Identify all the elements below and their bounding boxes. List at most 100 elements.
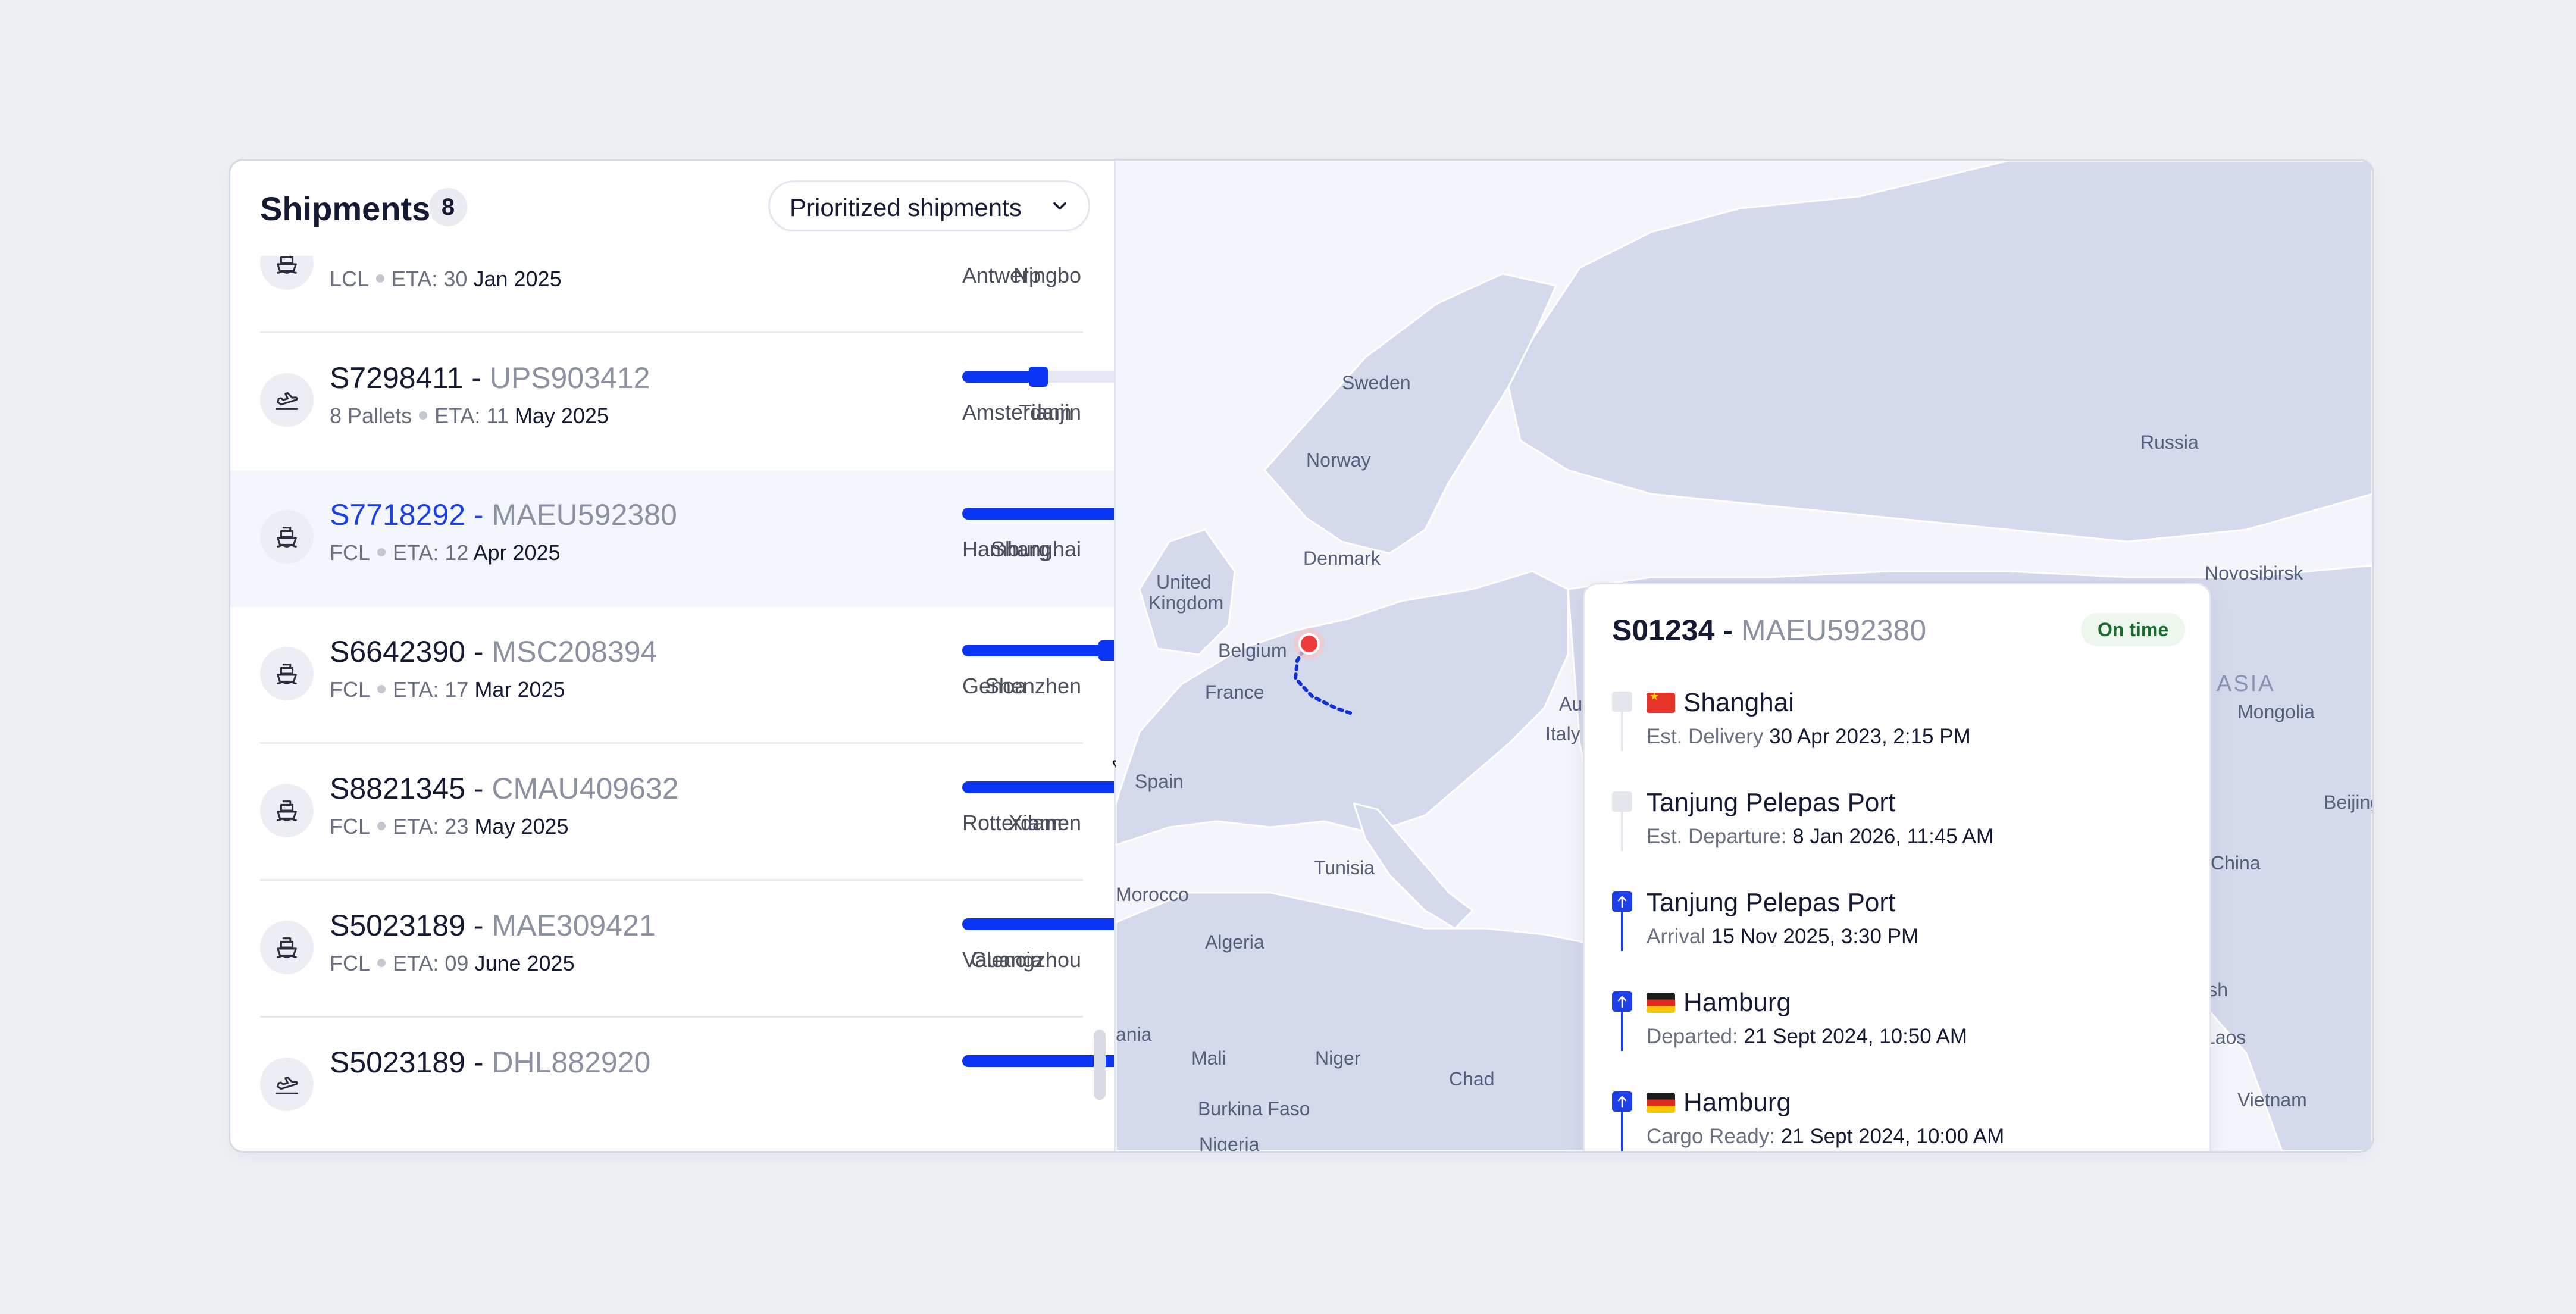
shipment-id: S9134567 — [330, 256, 465, 258]
stop-place: Tanjung Pelepas Port — [1647, 788, 1895, 818]
timeline-stop: Shanghai Est. Delivery 30 Apr 2023, 2:15… — [1612, 688, 2183, 791]
ship-icon — [277, 800, 297, 821]
map-label: China — [2211, 852, 2261, 874]
eta-day: 17 — [445, 677, 469, 702]
separator-dot — [377, 959, 386, 968]
route-progress-fill — [962, 918, 1114, 930]
shipment-reference: MSC834921 — [492, 256, 657, 258]
timeline-connector — [1621, 712, 1623, 751]
route-progress-bar — [962, 367, 1114, 387]
route-progress-fill — [962, 371, 1039, 383]
shipment-title[interactable]: S9134567 - MSC834921 — [330, 256, 657, 258]
map-label: ania — [1116, 1024, 1152, 1045]
map-label: Denmark — [1303, 548, 1381, 569]
germany-flag-icon — [1647, 1093, 1675, 1113]
stop-place: Hamburg — [1647, 1088, 1791, 1118]
shipment-reference: MAE309421 — [492, 909, 656, 942]
shipment-title[interactable]: S8821345 - CMAU409632 — [330, 771, 679, 806]
stop-place: Tanjung Pelepas Port — [1647, 888, 1895, 918]
destination-port: Shenzhen — [984, 674, 1081, 698]
shipment-reference: UPS903412 — [489, 361, 650, 395]
shipment-row[interactable]: S7718292 - MAEU592380 FCL ETA: 12 Apr 202… — [230, 470, 1114, 607]
stop-place: Shanghai — [1647, 688, 1794, 718]
map-label: Laos — [2205, 1027, 2246, 1048]
shipment-id: S8821345 — [330, 772, 466, 805]
arrow-up-icon — [1617, 996, 1627, 1008]
map-label: Novosibirsk — [2205, 562, 2303, 584]
map-label: Norway — [1306, 449, 1371, 471]
eta-day: 09 — [445, 951, 469, 975]
plane-icon — [276, 392, 298, 410]
chevron-down-icon — [1053, 202, 1066, 210]
shipment-title[interactable]: S7718292 - MAEU592380 — [330, 498, 677, 532]
filter-dropdown-label: Prioritized shipments — [790, 193, 1022, 221]
map-label: Italy — [1545, 723, 1580, 744]
map-label: Burkina Faso — [1198, 1098, 1310, 1119]
route-progress-bar — [962, 1055, 1114, 1067]
map-label: Morocco — [1116, 884, 1189, 905]
shipment-title[interactable]: S6642390 - MSC208394 — [330, 634, 657, 669]
arrow-up-icon — [1617, 896, 1627, 908]
arrow-up-icon — [1617, 1096, 1627, 1108]
stop-detail: Cargo Ready: 21 Sept 2024, 10:00 AM — [1647, 1125, 2004, 1149]
stop-place-name: Shanghai — [1683, 688, 1794, 717]
eta-label: ETA: — [393, 540, 439, 565]
shipment-title[interactable]: S7298411 - UPS903412 — [330, 361, 650, 395]
destination-port: Guangzhou — [970, 947, 1081, 972]
separator-dot — [419, 411, 428, 420]
timeline-connector — [1621, 1012, 1623, 1051]
stop-detail-label: Departed: — [1647, 1025, 1738, 1048]
shipment-title[interactable]: S5023189 - MAE309421 — [330, 908, 656, 943]
shipment-row[interactable]: S5023189 - DHL882920 — [230, 1018, 1114, 1151]
popup-title: S01234 - MAEU592380 — [1612, 614, 1927, 647]
stop-detail: Est. Departure: 8 Jan 2026, 11:45 AM — [1647, 825, 1993, 849]
shipment-meta: FCL ETA: 09 June 2025 — [330, 951, 575, 976]
shipment-row[interactable]: S5023189 - MAE309421 FCL ETA: 09 June 202… — [230, 881, 1114, 1018]
shipment-list[interactable]: S9134567 - MSC834921 LCL ETA: 30 Jan 2025… — [230, 256, 1114, 1151]
stop-detail-value: 15 Nov 2025, 3:30 PM — [1711, 925, 1919, 948]
plane-mode-icon — [260, 1058, 314, 1111]
load-type: FCL — [330, 677, 371, 702]
map-label: Russia — [2140, 431, 2199, 453]
ship-mode-icon — [260, 510, 314, 564]
shipment-row[interactable]: S9134567 - MSC834921 LCL ETA: 30 Jan 2025… — [230, 256, 1114, 333]
load-type: LCL — [330, 267, 370, 291]
plane-mode-icon — [260, 373, 314, 427]
shipment-id: S5023189 — [330, 1046, 466, 1079]
shipment-row[interactable]: S6642390 - MSC208394 FCL ETA: 17 Mar 2025… — [230, 607, 1114, 744]
stop-detail-value: 8 Jan 2026, 11:45 AM — [1792, 825, 1994, 848]
destination-port: Shanghai — [990, 537, 1081, 561]
shipment-detail-popup[interactable]: S01234 - MAEU592380 On time Shanghai Est… — [1585, 584, 2209, 1151]
map-label: Beijing — [2324, 791, 2372, 813]
shipment-row[interactable]: S7298411 - UPS903412 8 Pallets ETA: 11 Ma… — [230, 333, 1114, 470]
destination-port: Ningbo — [1013, 263, 1081, 287]
route-progress-bar — [962, 640, 1114, 661]
count-badge: 8 — [429, 188, 467, 226]
pending-step-marker — [1612, 791, 1632, 812]
map-label: Belgium — [1218, 640, 1287, 661]
stop-place-name: Tanjung Pelepas Port — [1647, 888, 1896, 917]
shipment-meta: FCL ETA: 23 May 2025 — [330, 814, 569, 839]
eta-month-year: Mar 2025 — [474, 677, 565, 702]
shipment-title[interactable]: S5023189 - DHL882920 — [330, 1045, 650, 1080]
shipment-row[interactable]: S8821345 - CMAU409632 FCL ETA: 23 May 202… — [230, 744, 1114, 881]
filter-dropdown[interactable]: Prioritized shipments — [770, 182, 1088, 230]
stop-detail-label: Est. Delivery — [1647, 725, 1764, 748]
completed-step-marker — [1612, 991, 1632, 1012]
list-scrollbar[interactable] — [1094, 1030, 1106, 1100]
ship-icon — [277, 937, 297, 958]
ship-mode-icon — [260, 784, 314, 837]
stop-place: Hamburg — [1647, 988, 1791, 1018]
route-progress-bar — [962, 508, 1114, 520]
eta-label: ETA: — [393, 677, 439, 702]
eta-month-year: June 2025 — [474, 951, 575, 975]
shipment-id: S7718292 — [330, 498, 466, 531]
eta-label: ETA: — [393, 951, 439, 975]
eta-label: ETA: — [393, 814, 439, 839]
ship-icon — [277, 256, 297, 274]
stop-detail-value: 21 Sept 2024, 10:00 AM — [1780, 1125, 2005, 1148]
timeline-stop: Hamburg Cargo Ready: 21 Sept 2024, 10:00… — [1612, 1088, 2183, 1151]
timeline-connector — [1621, 912, 1623, 951]
route-progress-bar — [962, 781, 1114, 793]
stop-detail-value: 21 Sept 2024, 10:50 AM — [1744, 1025, 1968, 1048]
